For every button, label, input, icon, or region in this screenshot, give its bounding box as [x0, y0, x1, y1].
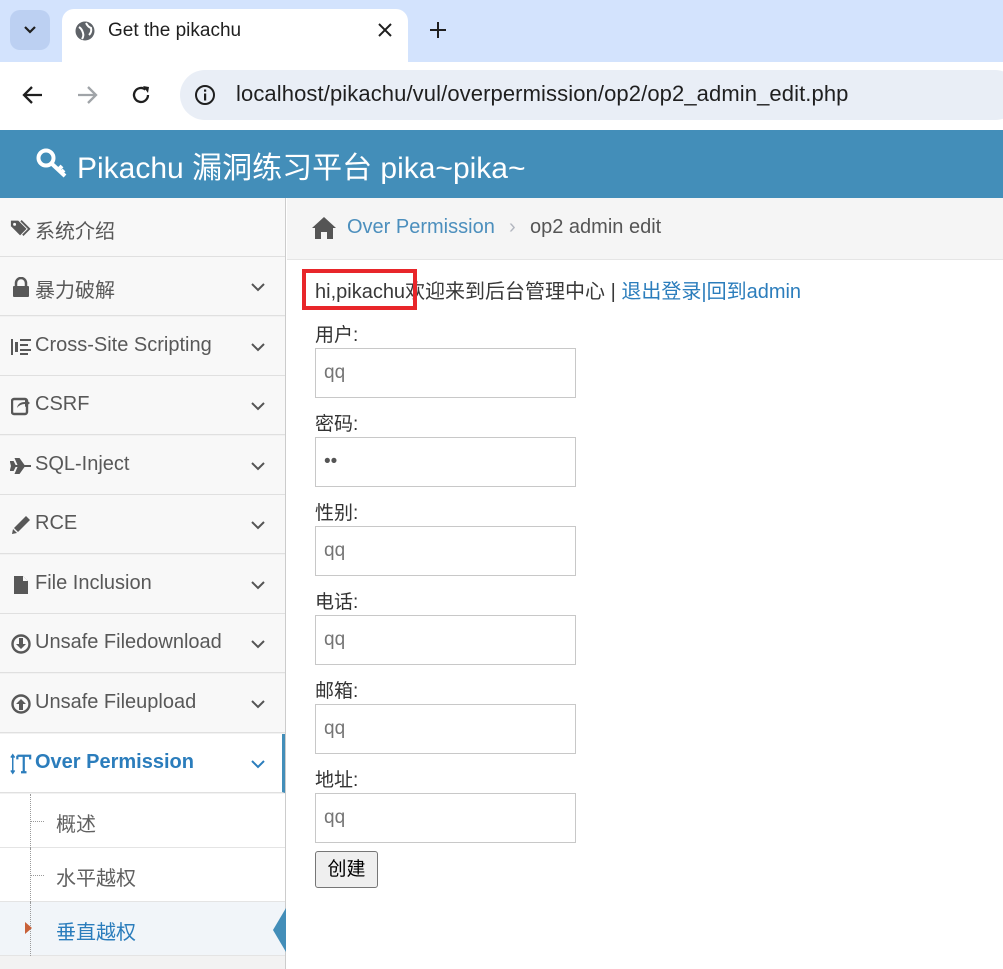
tab-close-button[interactable] [372, 17, 398, 43]
address-label: 地址: [315, 770, 359, 791]
url-text: localhost/pikachu/vul/overpermission/op2… [236, 81, 849, 106]
sidebar-item-sqli[interactable]: SQL-Inject [0, 436, 285, 495]
text-height-icon [10, 753, 32, 775]
sidebar-item-label: CSRF [35, 393, 90, 415]
pencil-icon [10, 514, 32, 536]
active-pointer [273, 908, 286, 952]
tab-search-button[interactable] [10, 10, 50, 50]
file-icon [10, 574, 32, 596]
arrow-left-icon [22, 86, 42, 104]
sidebar-item-over-permission[interactable]: Over Permission [0, 734, 285, 793]
breadcrumb-current: op2 admin edit [530, 216, 662, 238]
sidebar-subitem-overview[interactable]: 概述 [0, 794, 285, 848]
back-to-admin-link[interactable]: 回到admin [707, 281, 801, 303]
chevron-down-icon [251, 581, 265, 590]
chevron-down-icon [251, 760, 265, 769]
password-field[interactable]: •• [315, 437, 576, 487]
address-bar[interactable]: localhost/pikachu/vul/overpermission/op2… [180, 70, 1003, 120]
sidebar-subitem-horizontal[interactable]: 水平越权 [0, 848, 285, 902]
username-field[interactable] [315, 348, 576, 398]
tree-branch [30, 821, 44, 822]
chevron-down-icon [251, 640, 265, 649]
chevron-down-icon [251, 462, 265, 471]
sidebar-item-intro[interactable]: 系统介绍 [0, 198, 285, 257]
sidebar: 系统介绍 暴力破解 Cross-Site Scripting CSRF SQL-… [0, 198, 286, 969]
upload-icon [10, 693, 32, 715]
sidebar-subitem-label: 概述 [56, 814, 96, 836]
tree-branch [30, 875, 44, 876]
sidebar-item-rce[interactable]: RCE [0, 495, 285, 554]
reload-icon [132, 86, 150, 104]
info-icon[interactable] [194, 84, 216, 106]
email-label: 邮箱: [315, 681, 359, 702]
tags-icon [10, 217, 32, 239]
sidebar-item-xss[interactable]: Cross-Site Scripting [0, 317, 285, 376]
sidebar-item-label: 暴力破解 [35, 280, 115, 302]
new-tab-button[interactable] [424, 16, 452, 44]
sex-field[interactable] [315, 526, 576, 576]
sidebar-item-label: RCE [35, 512, 78, 534]
logout-link[interactable]: 退出登录 [621, 281, 701, 303]
key-icon [36, 148, 67, 178]
chevron-down-icon [251, 343, 265, 352]
greeting-welcome: 欢迎来到后台管理中心 | [405, 281, 622, 303]
chevron-down-icon [251, 283, 265, 292]
browser-tab[interactable]: Get the pikachu [62, 9, 408, 62]
plane-icon [10, 455, 32, 477]
sidebar-item-brute-force[interactable]: 暴力破解 [0, 257, 285, 316]
browser-tab-bar: Get the pikachu [0, 0, 1003, 62]
tab-title: Get the pikachu [108, 20, 242, 41]
back-button[interactable] [16, 78, 50, 112]
chevron-down-icon [24, 26, 36, 34]
chevron-down-icon [251, 521, 265, 530]
globe-icon [75, 21, 95, 41]
sidebar-subitem-label: 垂直越权 [56, 922, 136, 944]
sidebar-item-fileupload[interactable]: Unsafe Fileupload [0, 674, 285, 733]
annotation-highlight [302, 269, 417, 310]
lock-icon [10, 276, 32, 298]
reload-button[interactable] [124, 78, 158, 112]
sidebar-item-label: Cross-Site Scripting [35, 334, 212, 356]
phone-field[interactable] [315, 615, 576, 665]
password-label: 密码: [315, 414, 359, 435]
sex-label: 性别: [315, 503, 359, 524]
app-header: Pikachu 漏洞练习平台 pika~pika~ [0, 130, 1003, 198]
sidebar-subitem-label: 水平越权 [56, 868, 136, 890]
sidebar-item-label: Unsafe Filedownload [35, 631, 222, 653]
breadcrumb-separator: › [509, 216, 516, 238]
browser-toolbar: localhost/pikachu/vul/overpermission/op2… [0, 62, 1003, 128]
close-icon [378, 23, 392, 37]
forward-button[interactable] [70, 78, 104, 112]
breadcrumb: Over Permission › op2 admin edit [287, 198, 1003, 260]
plus-icon [430, 22, 446, 38]
share-icon [10, 395, 32, 417]
phone-label: 电话: [315, 592, 359, 613]
address-field[interactable] [315, 793, 576, 843]
email-field[interactable] [315, 704, 576, 754]
download-icon [10, 633, 32, 655]
chevron-down-icon [251, 700, 265, 709]
home-icon[interactable] [311, 216, 337, 240]
caret-right-icon [25, 922, 32, 934]
username-label: 用户: [315, 325, 359, 346]
indent-icon [10, 336, 32, 358]
sidebar-item-label: Over Permission [35, 751, 194, 773]
chevron-down-icon [251, 402, 265, 411]
sidebar-item-file-inclusion[interactable]: File Inclusion [0, 555, 285, 614]
breadcrumb-link[interactable]: Over Permission [347, 216, 495, 239]
sidebar-item-label: 系统介绍 [35, 221, 115, 243]
sidebar-item-label: Unsafe Fileupload [35, 691, 197, 713]
sidebar-item-filedownload[interactable]: Unsafe Filedownload [0, 614, 285, 673]
create-button[interactable]: 创建 [315, 851, 378, 888]
sidebar-item-label: File Inclusion [35, 572, 152, 594]
arrow-right-icon [78, 86, 98, 104]
app-brand[interactable]: Pikachu 漏洞练习平台 pika~pika~ [77, 143, 526, 187]
sidebar-subitem-vertical[interactable]: 垂直越权 [0, 902, 286, 956]
sidebar-item-label: SQL-Inject [35, 453, 130, 475]
sidebar-item-csrf[interactable]: CSRF [0, 376, 285, 435]
